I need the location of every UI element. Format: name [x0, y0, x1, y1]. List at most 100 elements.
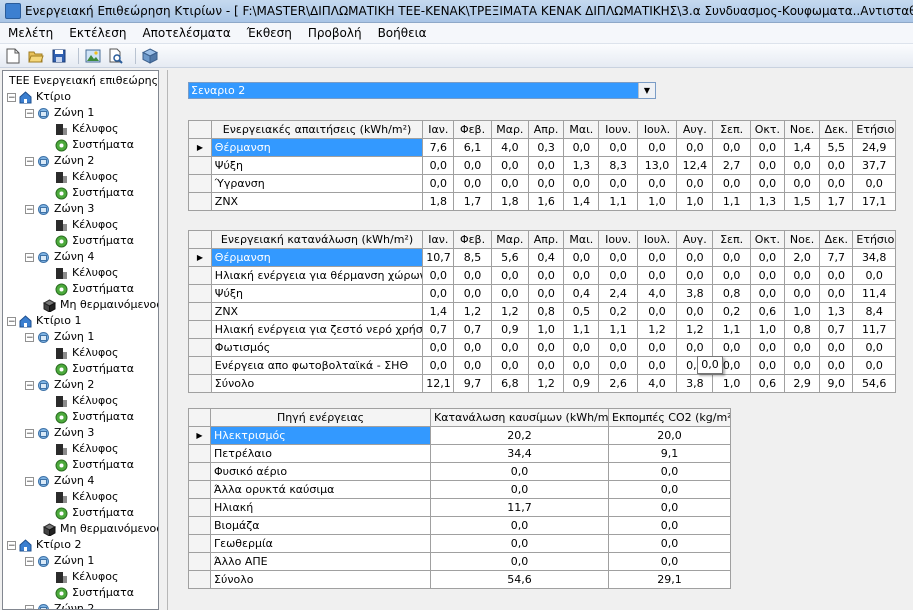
tree-node-building[interactable]: − Κτίριο 1	[7, 313, 82, 329]
table-cell[interactable]: 1,3	[819, 302, 854, 321]
table-cell[interactable]: 1,4	[783, 138, 821, 157]
table-cell[interactable]: 10,7	[422, 248, 455, 267]
table-cell[interactable]: 0,0	[852, 356, 896, 375]
table-cell[interactable]: 7,6	[422, 138, 455, 157]
table-cell[interactable]: 2,6	[598, 374, 638, 393]
table-cell[interactable]: 5,6	[490, 248, 529, 267]
table-cell[interactable]: 6,1	[453, 138, 492, 157]
table-cell[interactable]: 0,0	[490, 174, 529, 193]
table-cell[interactable]: 0,0	[749, 174, 785, 193]
collapse-icon[interactable]: −	[7, 92, 16, 102]
tree-node-envelope[interactable]: Κέλυφος	[55, 121, 118, 137]
table-row[interactable]: Φωτισμός 0,0 0,0 0,0 0,0 0,0 0,0 0,0 0,0 0,0 0,0 0,…	[188, 338, 896, 357]
menu-provoli[interactable]: Προβολή	[300, 26, 370, 40]
table-cell[interactable]: 8,4	[852, 302, 896, 321]
table-cell[interactable]: 3,8	[676, 374, 714, 393]
table-cell[interactable]: 0,0	[453, 356, 492, 375]
table-cell[interactable]: 0,0	[783, 174, 821, 193]
table-cell[interactable]: 0,0	[712, 138, 751, 157]
table-cell[interactable]: 1,2	[453, 302, 492, 321]
table-cell[interactable]: 2,4	[598, 284, 638, 303]
table-cell[interactable]: 9,7	[453, 374, 492, 393]
save-icon[interactable]	[50, 47, 68, 65]
table-cell[interactable]: 0,4	[563, 284, 600, 303]
table-cell[interactable]: 1,1	[598, 192, 638, 211]
new-file-icon[interactable]	[4, 47, 22, 65]
table-cell[interactable]: 0,8	[783, 320, 821, 339]
table-cell[interactable]: 0,9	[490, 320, 529, 339]
row-selector[interactable]	[188, 552, 211, 571]
table-cell[interactable]: 0,0	[749, 138, 785, 157]
table-cell[interactable]: 0,0	[783, 284, 821, 303]
table-cell[interactable]: 0,0	[749, 248, 785, 267]
table-cell[interactable]: 1,1	[563, 320, 600, 339]
table-row[interactable]: ΖΝΧ 1,4 1,2 1,2 0,8 0,5 0,2 0,0 0,0 0,2 0,6 1,0 1,3 8…	[188, 302, 896, 321]
table-cell[interactable]: 0,0	[527, 338, 565, 357]
table-cell[interactable]: 12,4	[676, 156, 714, 175]
table-cell[interactable]: 5,5	[819, 138, 854, 157]
table-cell[interactable]: 0,0	[819, 266, 854, 285]
table-cell[interactable]: 0,0	[852, 338, 896, 357]
menu-ektelesi[interactable]: Εκτέλεση	[61, 26, 134, 40]
scenario-select[interactable]: Σεναριο 2 ▼	[188, 82, 656, 99]
table-cell[interactable]: 0,0	[783, 266, 821, 285]
table-cell[interactable]: 0,0	[749, 266, 785, 285]
table-cell[interactable]: 0,8	[527, 302, 565, 321]
menu-voitheia[interactable]: Βοήθεια	[370, 26, 435, 40]
tree-node-systems[interactable]: Συστήματα	[55, 185, 134, 201]
row-selector[interactable]	[188, 320, 212, 339]
table-cell[interactable]: 0,0	[422, 356, 455, 375]
table-cell[interactable]: 0,0	[783, 356, 821, 375]
table-cell[interactable]: 0,0	[527, 266, 565, 285]
tree-node-envelope[interactable]: Κέλυφος	[55, 265, 118, 281]
tree-node-systems[interactable]: Συστήματα	[55, 585, 134, 601]
table-row[interactable]: ▶ Θέρμανση 7,6 6,1 4,0 0,3 0,0 0,0 0,0 0,0 0,0 0,0 1…	[188, 138, 896, 157]
row-label[interactable]: Ψύξη	[210, 284, 424, 303]
table-row[interactable]: Σύνολο 12,1 9,7 6,8 1,2 0,9 2,6 4,0 3,8 1,0 0,6 2,9…	[188, 374, 896, 393]
row-label[interactable]: ΖΝΧ	[210, 302, 424, 321]
table-cell[interactable]: 1,0	[749, 320, 785, 339]
table-cell[interactable]: 0,0	[598, 138, 638, 157]
table-cell[interactable]: 8,3	[598, 156, 638, 175]
co2-emissions-cell[interactable]: 0,0	[608, 552, 731, 571]
row-selector[interactable]	[188, 534, 211, 553]
row-label[interactable]: Θέρμανση	[210, 248, 424, 267]
row-label[interactable]: ΖΝΧ	[210, 192, 424, 211]
table-cell[interactable]: 17,1	[852, 192, 896, 211]
table-cell[interactable]: 0,0	[712, 174, 751, 193]
table-cell[interactable]: 0,0	[527, 156, 565, 175]
menu-ekthesi[interactable]: Έκθεση	[239, 26, 300, 40]
table-cell[interactable]: 4,0	[636, 284, 678, 303]
table-cell[interactable]: 0,0	[490, 338, 529, 357]
table-row[interactable]: Άλλα ορυκτά καύσιμα 0,0 0,0	[188, 480, 731, 499]
table-row[interactable]: Βιομάζα 0,0 0,0	[188, 516, 731, 535]
table-cell[interactable]: 0,0	[527, 284, 565, 303]
source-label[interactable]: Πετρέλαιο	[210, 444, 431, 463]
table-cell[interactable]: 1,2	[636, 320, 678, 339]
table-cell[interactable]: 0,0	[598, 338, 638, 357]
fuel-consumption-cell[interactable]: 54,6	[430, 570, 609, 589]
row-selector-arrow-icon[interactable]: ▶	[188, 138, 212, 157]
table-cell[interactable]: 0,0	[598, 356, 638, 375]
tree-node-systems[interactable]: Συστήματα	[55, 409, 134, 425]
table-cell[interactable]: 1,2	[490, 302, 529, 321]
menu-meleti[interactable]: Μελέτη	[0, 26, 61, 40]
table-row[interactable]: Ψύξη 0,0 0,0 0,0 0,0 0,4 2,4 4,0 3,8 0,8 0,0 0,0 0,0…	[188, 284, 896, 303]
table-cell[interactable]: 0,6	[749, 302, 785, 321]
table-row[interactable]: Ηλιακή ενέργεια για θέρμανση χώρων 0,0 0,0…	[188, 266, 896, 285]
tree-node-unheated[interactable]: Μη θερμαινόμενος	[43, 521, 158, 537]
row-selector[interactable]	[188, 374, 212, 393]
table-cell[interactable]: 0,0	[563, 174, 600, 193]
table-row[interactable]: Ηλιακή 11,7 0,0	[188, 498, 731, 517]
row-selector[interactable]	[188, 284, 212, 303]
dropdown-arrow-icon[interactable]: ▼	[638, 83, 655, 98]
row-label[interactable]: Ηλιακή ενέργεια για θέρμανση χώρων	[210, 266, 424, 285]
table-row[interactable]: Ηλιακή ενέργεια για ζεστό νερό χρήσης 0,7…	[188, 320, 896, 339]
table-cell[interactable]: 0,2	[712, 302, 751, 321]
tree-node-zone[interactable]: − Ζώνη 3	[25, 425, 94, 441]
table-cell[interactable]: 34,8	[852, 248, 896, 267]
row-label[interactable]: Φωτισμός	[210, 338, 424, 357]
source-label[interactable]: Άλλο ΑΠΕ	[210, 552, 431, 571]
table-cell[interactable]: 0,0	[852, 174, 896, 193]
tree-node-systems[interactable]: Συστήματα	[55, 457, 134, 473]
